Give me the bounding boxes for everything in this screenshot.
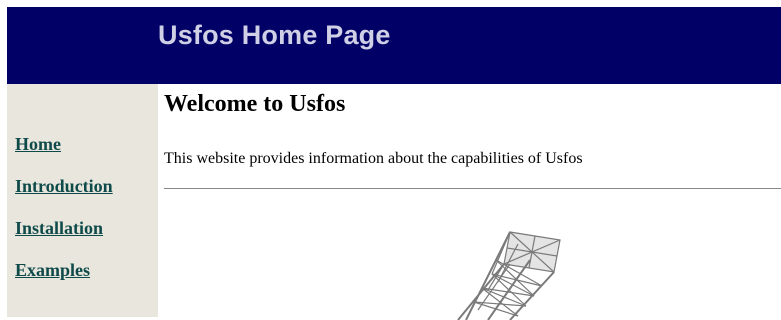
sidebar-item-home[interactable]: Home [15,134,61,155]
left-border [0,84,7,317]
page-title: Welcome to Usfos [164,91,346,117]
top-edge [0,0,781,7]
sidebar-item-introduction[interactable]: Introduction [15,176,113,197]
sidebar-item-examples[interactable]: Examples [15,260,90,281]
site-title: Usfos Home Page [158,20,391,50]
main-content: Welcome to Usfos This website provides i… [158,84,781,320]
horizontal-rule [164,188,781,189]
sidebar-item-installation[interactable]: Installation [15,218,103,239]
header-banner: Usfos Home Page [7,7,781,84]
intro-text: This website provides information about … [164,150,583,167]
offshore-jacket-structure-image [457,231,561,320]
sidebar-nav: Home Introduction Installation Examples [7,84,158,317]
